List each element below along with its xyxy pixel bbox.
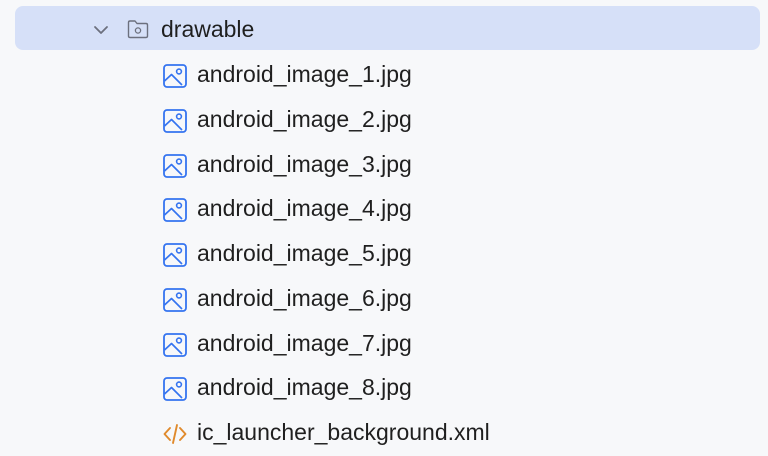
file-row[interactable]: android_image_2.jpg (0, 98, 768, 142)
image-file-icon (163, 109, 187, 133)
xml-file-icon (163, 424, 187, 444)
file-label: android_image_2.jpg (197, 106, 412, 132)
image-file-icon (163, 377, 187, 401)
file-label: android_image_7.jpg (197, 330, 412, 356)
folder-label: drawable (161, 16, 255, 42)
image-file-icon (163, 198, 187, 222)
image-file-icon (163, 154, 187, 178)
file-row[interactable]: android_image_1.jpg (0, 53, 768, 97)
project-tree: drawable android_image_1.jpg android_ima… (0, 0, 768, 456)
file-label: android_image_5.jpg (197, 240, 412, 266)
image-file-icon (163, 333, 187, 357)
chevron-down-icon[interactable] (90, 19, 112, 41)
file-label: android_image_8.jpg (197, 374, 412, 400)
folder-icon (127, 20, 149, 39)
file-row[interactable]: android_image_4.jpg (0, 187, 768, 231)
file-label: android_image_6.jpg (197, 285, 412, 311)
image-file-icon (163, 64, 187, 88)
file-row[interactable]: ic_launcher_background.xml (0, 411, 768, 455)
file-row[interactable]: android_image_8.jpg (0, 366, 768, 410)
file-label: android_image_1.jpg (197, 61, 412, 87)
image-file-icon (163, 243, 187, 267)
file-label: ic_launcher_background.xml (197, 419, 490, 445)
file-row[interactable]: android_image_5.jpg (0, 232, 768, 276)
file-label: android_image_4.jpg (197, 195, 412, 221)
file-row[interactable]: android_image_7.jpg (0, 322, 768, 366)
file-row[interactable]: android_image_6.jpg (0, 277, 768, 321)
file-row[interactable]: android_image_3.jpg (0, 143, 768, 187)
file-label: android_image_3.jpg (197, 151, 412, 177)
image-file-icon (163, 288, 187, 312)
